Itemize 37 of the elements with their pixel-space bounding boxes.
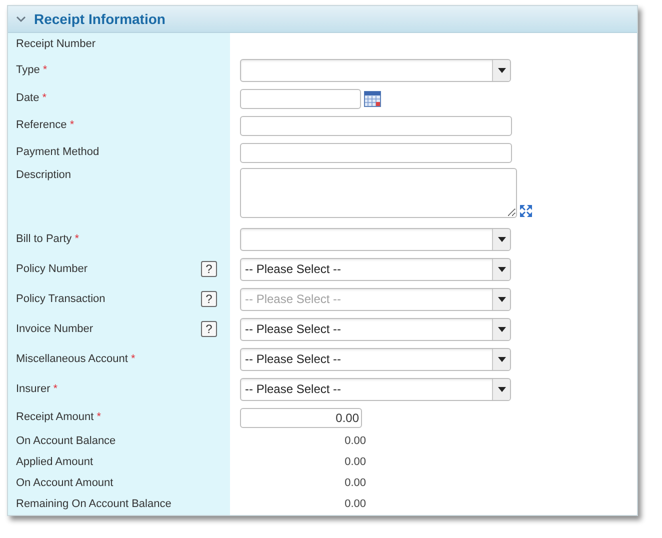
amount-field[interactable]: 0.00: [240, 408, 362, 428]
dropdown[interactable]: -- Please Select --: [240, 378, 511, 400]
section-title: Receipt Information: [34, 10, 166, 29]
field-label: Policy Transaction: [16, 292, 106, 307]
dropdown[interactable]: -- Please Select --: [240, 348, 511, 370]
field-label: On Account Balance: [16, 434, 116, 450]
field-label: Miscellaneous Account *: [16, 352, 136, 367]
field-label: Policy Number: [16, 262, 88, 277]
date-field[interactable]: [240, 88, 361, 108]
help-button[interactable]: ?: [201, 321, 217, 337]
dropdown[interactable]: -- Please Select --: [240, 258, 511, 280]
calendar-icon[interactable]: [364, 90, 381, 106]
amount-value: 0.00: [344, 476, 366, 492]
field-label: Applied Amount: [16, 455, 94, 470]
help-button[interactable]: ?: [201, 261, 217, 277]
field-label: On Account Amount: [16, 476, 114, 492]
field-label: Type *: [16, 62, 48, 78]
dropdown[interactable]: -- Please Select --: [240, 318, 511, 340]
amount-value: 0.00: [344, 434, 366, 450]
section-header[interactable]: Receipt Information: [8, 6, 637, 33]
text-field[interactable]: [240, 142, 512, 162]
field-label: Payment Method: [16, 145, 100, 160]
amount-value: 0.00: [344, 497, 366, 512]
field-label: Description: [16, 168, 72, 183]
field-label: Bill to Party *: [16, 232, 79, 247]
field-label: Invoice Number: [16, 322, 94, 337]
description-field[interactable]: [240, 168, 517, 218]
chevron-icon[interactable]: [16, 16, 26, 22]
field-label: Remaining On Account Balance: [16, 497, 172, 512]
amount-value: 0.00: [344, 455, 366, 470]
field-label: Receipt Amount *: [16, 410, 101, 426]
expand-icon[interactable]: [519, 204, 533, 218]
field-label: Insurer *: [16, 382, 58, 397]
field-label: Receipt Number: [16, 36, 96, 52]
text-field[interactable]: [240, 116, 512, 136]
field-label: Reference *: [16, 118, 74, 134]
field-label: Date *: [16, 91, 47, 106]
